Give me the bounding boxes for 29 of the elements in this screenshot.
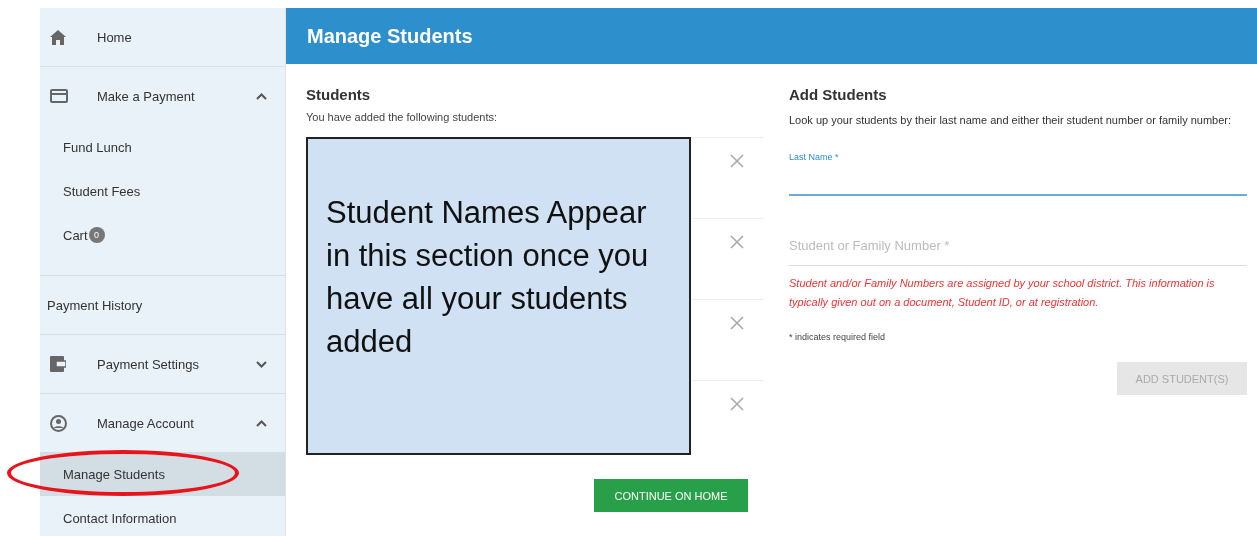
- nav-subitem[interactable]: Manage Students: [40, 452, 285, 496]
- number-field[interactable]: Student or Family Number *: [789, 226, 1247, 266]
- nav-item[interactable]: Manage Account: [40, 394, 285, 452]
- nav-item[interactable]: Home: [40, 8, 285, 66]
- close-icon[interactable]: [730, 397, 744, 411]
- section-title: Add Students: [789, 86, 888, 103]
- close-icon[interactable]: [730, 316, 744, 330]
- hint-text: Student and/or Family Numbers are assigned by your school district. This information is typically given out on a document, Student ID, or at registration.: [789, 276, 1216, 310]
- nav-subitem[interactable]: Student Fees: [40, 169, 285, 213]
- section-title: Students: [306, 86, 372, 103]
- last-name-field[interactable]: Last Name *: [789, 152, 1247, 196]
- section-subtitle: You have added the following students:: [306, 111, 499, 123]
- home-icon: [50, 29, 66, 45]
- credit-card-icon: [50, 89, 68, 103]
- nav-subitem[interactable]: Cart 0: [40, 213, 285, 257]
- page-title: Manage Students: [307, 24, 473, 48]
- wallet-icon: [50, 356, 66, 372]
- section-intro: Look up your students by their last name and either their student number or family number:: [789, 113, 1233, 128]
- close-icon[interactable]: [730, 235, 744, 249]
- nav-item[interactable]: Payment History: [40, 276, 285, 334]
- nav-subitem[interactable]: Contact Information: [40, 496, 285, 536]
- callout-note: Student Names Appear in this section once you have all your students added: [306, 137, 691, 455]
- nav-item[interactable]: Make a Payment: [40, 67, 285, 125]
- close-icon[interactable]: [730, 154, 744, 168]
- nav-item[interactable]: Payment Settings: [40, 335, 285, 393]
- nav-subitem[interactable]: Fund Lunch: [40, 125, 285, 169]
- count-badge: 0: [88, 227, 105, 243]
- required-note: * indicates required field: [789, 332, 887, 342]
- account-icon: [50, 414, 67, 432]
